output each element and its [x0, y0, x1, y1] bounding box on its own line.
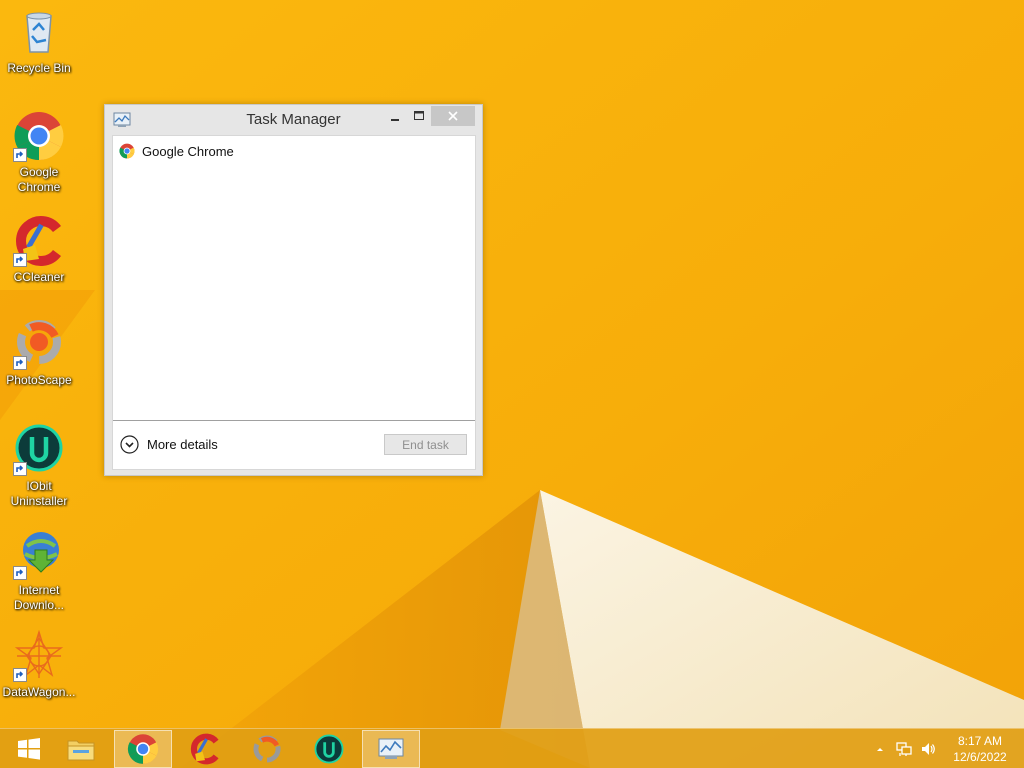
task-manager-icon	[378, 738, 404, 759]
ccleaner-icon	[190, 733, 219, 765]
datawagon-icon	[13, 630, 65, 682]
maximize-button[interactable]	[407, 106, 431, 126]
shortcut-arrow-icon	[13, 356, 27, 370]
chrome-icon	[13, 110, 65, 162]
ccleaner-icon	[13, 215, 65, 267]
task-manager-footer: More details End task	[113, 420, 475, 469]
clock[interactable]: 8:17 AM 12/6/2022	[944, 733, 1016, 765]
volume-icon[interactable]	[920, 741, 936, 757]
chrome-icon	[119, 143, 135, 159]
desktop-icon-label: PhotoScape	[6, 373, 72, 387]
folder-icon	[67, 740, 95, 761]
internet-download-manager-icon	[13, 528, 65, 580]
close-icon	[448, 111, 458, 121]
desktop-icon-label: Recycle Bin	[7, 61, 71, 75]
iobit-uninstaller-icon	[13, 424, 65, 476]
photoscape-icon	[13, 318, 65, 370]
shortcut-arrow-icon	[13, 668, 27, 682]
end-task-button[interactable]: End task	[384, 434, 467, 455]
desktop-icon-photoscape[interactable]: PhotoScape	[2, 318, 76, 388]
task-manager-body: Google Chrome More details End task	[112, 135, 476, 470]
title-bar[interactable]: Task Manager	[105, 105, 482, 135]
windows-logo-icon	[18, 738, 40, 760]
chrome-icon	[127, 734, 159, 764]
shortcut-arrow-icon	[13, 462, 27, 476]
desktop-icon-label: IObit Uninstaller	[10, 479, 68, 508]
desktop-icon-label: DataWagon...	[2, 685, 76, 699]
taskbar-iobit-uninstaller[interactable]	[300, 730, 358, 768]
shortcut-arrow-icon	[13, 148, 27, 162]
iobit-uninstaller-icon	[314, 734, 344, 764]
taskbar-file-explorer[interactable]	[52, 730, 110, 768]
desktop-icon-label: CCleaner	[13, 270, 65, 284]
desktop-icon-iobit-uninstaller[interactable]: IObit Uninstaller	[2, 424, 76, 509]
taskbar: 8:17 AM 12/6/2022	[0, 728, 1024, 768]
taskbar-ccleaner[interactable]	[176, 730, 234, 768]
taskbar-google-chrome[interactable]	[114, 730, 172, 768]
maximize-icon	[414, 111, 424, 120]
process-row-google-chrome[interactable]: Google Chrome	[113, 140, 475, 162]
taskbar-photoscape[interactable]	[238, 730, 296, 768]
more-details-toggle[interactable]: More details	[120, 435, 218, 454]
more-details-label: More details	[147, 437, 218, 452]
shortcut-arrow-icon	[13, 253, 27, 267]
system-tray	[872, 729, 944, 768]
process-name: Google Chrome	[142, 143, 234, 159]
shortcut-arrow-icon	[13, 566, 27, 580]
task-manager-window: Task Manager Google Chrome More details …	[104, 104, 483, 476]
desktop-icon-internet-download-manager[interactable]: Internet Downlo...	[2, 528, 76, 613]
clock-date: 12/6/2022	[953, 750, 1007, 764]
desktop-icon-ccleaner[interactable]: CCleaner	[2, 215, 76, 285]
chevron-up-icon[interactable]	[872, 741, 888, 757]
minimize-icon	[391, 119, 399, 121]
photoscape-icon	[253, 735, 281, 763]
desktop-icon-label: Google Chrome	[17, 165, 61, 194]
minimize-button[interactable]	[383, 106, 407, 126]
start-button[interactable]	[0, 730, 58, 768]
chevron-down-circle-icon	[120, 435, 139, 454]
desktop-icon-label: Internet Downlo...	[13, 583, 65, 612]
desktop-icon-datawagon[interactable]: DataWagon...	[2, 630, 76, 700]
desktop-icon-recycle-bin[interactable]: Recycle Bin	[2, 6, 76, 76]
recycle-bin-icon	[13, 6, 65, 58]
taskbar-task-manager[interactable]	[362, 730, 420, 768]
process-list: Google Chrome	[113, 136, 475, 419]
desktop-icon-google-chrome[interactable]: Google Chrome	[2, 110, 76, 195]
close-button[interactable]	[431, 106, 475, 126]
clock-time: 8:17 AM	[957, 734, 1003, 748]
network-icon[interactable]	[896, 741, 912, 757]
